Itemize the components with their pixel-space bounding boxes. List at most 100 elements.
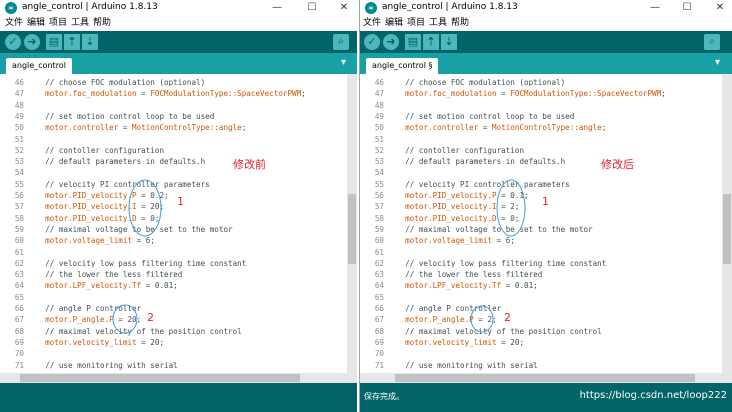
line-number: 58 xyxy=(374,213,384,223)
menu-sketch[interactable]: 项目 xyxy=(49,17,67,30)
line-number: 48 xyxy=(14,100,24,110)
code-editor[interactable]: 46 // choose FOC modulation (optional) 47… xyxy=(360,74,722,373)
line-number: 61 xyxy=(14,247,24,257)
code-text: motor.LPF_velocity.Tf = 0.01; xyxy=(45,281,178,291)
line-number: 66 xyxy=(374,304,384,313)
code-text: // contoller configuration xyxy=(396,145,525,155)
code-text: // maximal voltage to be set to the moto… xyxy=(396,224,593,234)
code-text: motor.PID_velocity.I = 2; xyxy=(405,202,520,212)
line-number: 56 xyxy=(14,191,24,200)
tab-angle-control[interactable]: angle_control § xyxy=(366,58,439,74)
line-number: 47 xyxy=(14,89,24,99)
menu-bar: 文件 编辑 项目 工具 帮助 xyxy=(360,17,732,30)
line-number: 52 xyxy=(374,145,384,155)
code-text: // angle P controller xyxy=(36,304,142,313)
line-number: 50 xyxy=(14,123,24,133)
code-text: motor.P_angle.P = 20; xyxy=(45,315,142,325)
verify-icon[interactable]: ✓ xyxy=(364,34,380,50)
status-bar xyxy=(0,383,357,412)
line-number: 65 xyxy=(14,292,24,302)
save-sketch-icon[interactable]: ⇣ xyxy=(441,34,457,50)
close-button[interactable]: ✕ xyxy=(333,0,355,16)
menu-help[interactable]: 帮助 xyxy=(93,17,111,30)
tab-menu-icon[interactable]: ▾ xyxy=(341,57,346,68)
menu-tools[interactable]: 工具 xyxy=(71,17,89,30)
code-text: // set motion control loop to be used xyxy=(36,111,215,121)
menu-help[interactable]: 帮助 xyxy=(451,17,469,30)
code-text: motor.PID_velocity.P = 0.2; xyxy=(45,191,169,200)
code-text: // maximal velocity of the position cont… xyxy=(396,326,602,336)
scrollbar-thumb[interactable] xyxy=(348,194,356,264)
open-sketch-icon[interactable]: ⇡ xyxy=(423,34,439,50)
code-text: // contoller configuration xyxy=(36,145,165,155)
code-text: // maximal velocity of the position cont… xyxy=(36,326,242,336)
line-number: 62 xyxy=(14,258,24,268)
line-number: 60 xyxy=(374,236,384,246)
menu-bar: 文件 编辑 项目 工具 帮助 xyxy=(0,17,357,30)
code-text: motor.PID_velocity.D = 0; xyxy=(405,213,520,223)
window-title: angle_control | Arduino 1.8.13 xyxy=(382,2,518,12)
line-number: 57 xyxy=(14,202,24,212)
new-sketch-icon[interactable]: ▤ xyxy=(46,34,62,50)
save-sketch-icon[interactable]: ⇣ xyxy=(82,34,98,50)
horizontal-scrollbar[interactable] xyxy=(0,373,357,383)
upload-icon[interactable]: ➜ xyxy=(24,34,40,50)
serial-monitor-icon[interactable]: ⌕ xyxy=(704,34,720,50)
line-number: 53 xyxy=(14,157,24,167)
serial-monitor-icon[interactable]: ⌕ xyxy=(333,34,349,50)
menu-edit[interactable]: 编辑 xyxy=(385,17,403,30)
line-number: 69 xyxy=(14,337,24,347)
verify-icon[interactable]: ✓ xyxy=(5,34,21,50)
line-number: 54 xyxy=(14,168,24,178)
arduino-window-before: ∞ angle_control | Arduino 1.8.13 — ☐ ✕ 文… xyxy=(0,0,357,412)
watermark-url: https://blog.csdn.net/loop222 xyxy=(579,390,727,401)
horizontal-scrollbar-thumb[interactable] xyxy=(20,374,300,382)
line-number: 59 xyxy=(14,224,24,234)
title-bar: ∞ angle_control | Arduino 1.8.13 — ☐ ✕ xyxy=(0,0,357,16)
line-number: 54 xyxy=(374,168,384,178)
vertical-scrollbar[interactable] xyxy=(347,74,357,373)
menu-sketch[interactable]: 项目 xyxy=(407,17,425,30)
line-number: 48 xyxy=(374,100,384,110)
minimize-button[interactable]: — xyxy=(266,0,288,16)
window-title: angle_control | Arduino 1.8.13 xyxy=(22,2,158,12)
horizontal-scrollbar-thumb[interactable] xyxy=(395,374,695,382)
code-editor[interactable]: 46 // choose FOC modulation (optional) 47… xyxy=(0,74,347,373)
code-text: // the lower the less filtered xyxy=(396,270,543,280)
tab-menu-icon[interactable]: ▾ xyxy=(715,57,720,68)
menu-file[interactable]: 文件 xyxy=(5,17,23,30)
scrollbar-thumb[interactable] xyxy=(723,194,731,264)
code-text: // maximal voltage to be set to the moto… xyxy=(36,224,233,234)
line-number: 49 xyxy=(374,111,384,121)
line-number: 65 xyxy=(374,292,384,302)
maximize-button[interactable]: ☐ xyxy=(301,0,323,16)
code-text: // velocity PI controller parameters xyxy=(36,179,210,189)
line-number: 55 xyxy=(14,179,24,189)
tab-angle-control[interactable]: angle_control xyxy=(6,58,72,74)
line-number: 47 xyxy=(374,89,384,99)
annotation-mark-1: 1 xyxy=(177,195,184,208)
close-button[interactable]: ✕ xyxy=(709,0,731,16)
menu-tools[interactable]: 工具 xyxy=(429,17,447,30)
code-text: motor.voltage_limit = 6; xyxy=(405,236,515,246)
vertical-scrollbar[interactable] xyxy=(722,74,732,373)
new-sketch-icon[interactable]: ▤ xyxy=(405,34,421,50)
maximize-button[interactable]: ☐ xyxy=(676,0,698,16)
horizontal-scrollbar[interactable] xyxy=(360,373,732,383)
line-number: 68 xyxy=(374,326,384,336)
open-sketch-icon[interactable]: ⇡ xyxy=(64,34,80,50)
menu-file[interactable]: 文件 xyxy=(363,17,381,30)
code-text: // default parameters in defaults.h xyxy=(396,157,566,167)
code-text: motor.PID_velocity.D = 0; xyxy=(45,213,160,223)
line-number: 67 xyxy=(374,315,384,325)
menu-edit[interactable]: 编辑 xyxy=(27,17,45,30)
line-number: 66 xyxy=(14,304,24,313)
code-text: // the lower the less filtered xyxy=(36,270,183,280)
annotation-mark-2: 2 xyxy=(147,311,154,324)
code-text: motor.foc_modulation = FOCModulationType… xyxy=(405,89,666,99)
code-text: motor.velocity_limit = 20; xyxy=(405,337,525,347)
upload-icon[interactable]: ➜ xyxy=(383,34,399,50)
line-number: 57 xyxy=(374,202,384,212)
line-number: 71 xyxy=(14,360,24,370)
minimize-button[interactable]: — xyxy=(644,0,666,16)
